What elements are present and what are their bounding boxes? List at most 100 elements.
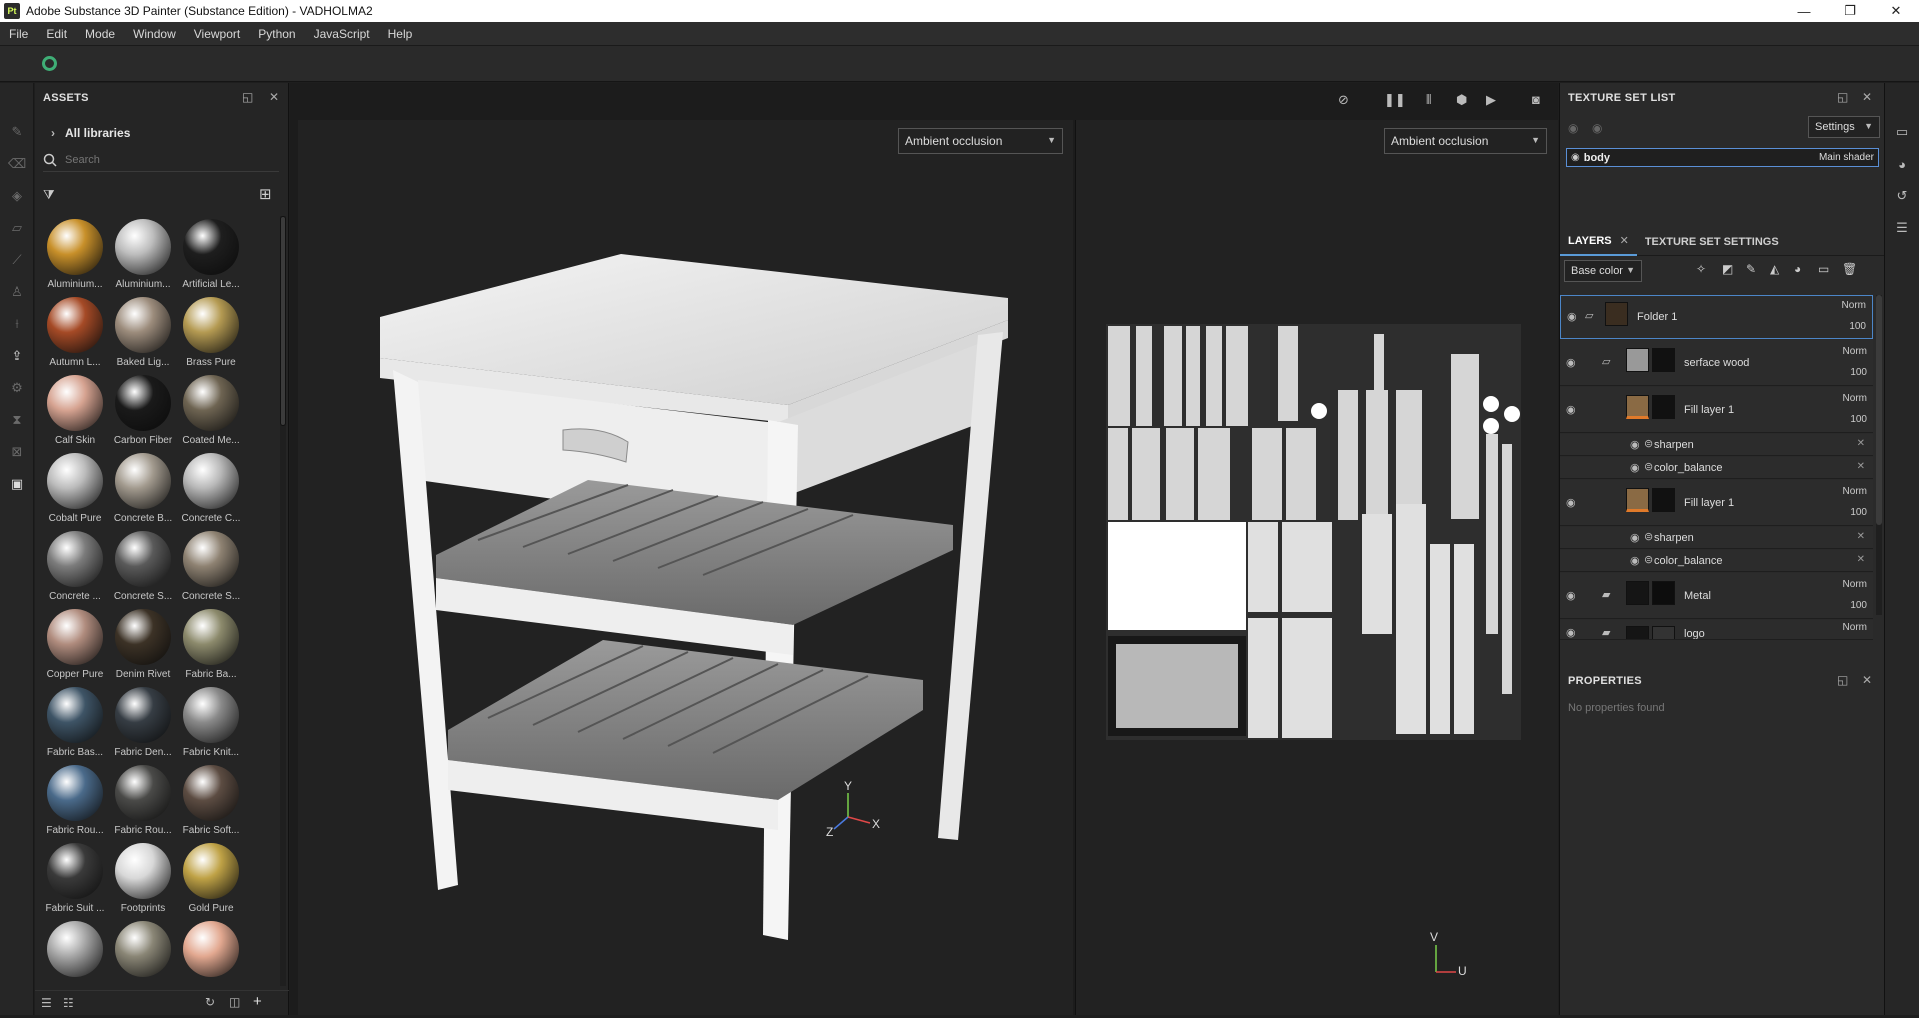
- menu-help[interactable]: Help: [379, 27, 422, 41]
- camera-icon[interactable]: ▶: [1486, 92, 1496, 108]
- clone-stamp-icon[interactable]: ♙: [8, 283, 26, 301]
- eye-icon[interactable]: ◉: [1630, 531, 1640, 544]
- polygon-fill-icon[interactable]: ▱: [8, 219, 26, 237]
- asset-tile[interactable]: Gold Pure: [177, 840, 243, 918]
- menu-mode[interactable]: Mode: [76, 27, 124, 41]
- asset-tile[interactable]: Fabric Den...: [109, 684, 175, 762]
- close-panel-icon[interactable]: ✕: [1862, 673, 1872, 687]
- close-panel-icon[interactable]: ✕: [1862, 90, 1872, 104]
- asset-tile[interactable]: Fabric Suit ...: [41, 840, 107, 918]
- opacity-value[interactable]: 100: [1850, 414, 1867, 425]
- eye-icon[interactable]: ◉: [1566, 626, 1576, 639]
- asset-tile[interactable]: Copper Pure: [41, 606, 107, 684]
- eye-icon[interactable]: ◉: [1592, 121, 1602, 135]
- menu-edit[interactable]: Edit: [37, 27, 76, 41]
- refresh-icon[interactable]: ↻: [205, 995, 215, 1009]
- split-view-icon[interactable]: ⫴: [1426, 92, 1431, 108]
- layer-row-folder-1[interactable]: ◉ ▱ Folder 1 Norm 100: [1560, 295, 1873, 339]
- asset-tile[interactable]: Fabric Rou...: [109, 762, 175, 840]
- remove-effect-icon[interactable]: ✕: [1857, 554, 1865, 565]
- undock-icon[interactable]: ◱: [242, 90, 254, 104]
- asset-tile[interactable]: Aluminium...: [41, 216, 107, 294]
- layer-row-logo[interactable]: ◉ ▰ logo Norm: [1560, 620, 1873, 640]
- menu-viewport[interactable]: Viewport: [185, 27, 249, 41]
- menu-python[interactable]: Python: [249, 27, 304, 41]
- plugin-logo-icon[interactable]: [42, 56, 57, 71]
- tab-texture-set-settings[interactable]: TEXTURE SET SETTINGS: [1637, 228, 1787, 256]
- layer-row-fill-layer-1[interactable]: ◉ Fill layer 1 Norm 100: [1560, 387, 1873, 433]
- history-icon[interactable]: ↺: [1893, 187, 1911, 205]
- shader-settings-icon[interactable]: ◕: [1893, 155, 1911, 173]
- asset-tile[interactable]: Denim Rivet: [109, 606, 175, 684]
- asset-search[interactable]: [43, 148, 279, 172]
- grid-view-icon[interactable]: ⊞: [259, 185, 272, 203]
- layer-row-serface-wood[interactable]: ◉ ▱ serface wood Norm 100: [1560, 340, 1873, 386]
- asset-tile[interactable]: Concrete ...: [41, 528, 107, 606]
- libraries-selector[interactable]: › All libraries: [35, 123, 289, 143]
- blend-mode[interactable]: Norm: [1843, 393, 1867, 404]
- delete-layer-icon[interactable]: 🗑: [1842, 262, 1857, 276]
- blend-mode[interactable]: Norm: [1842, 300, 1866, 311]
- menu-file[interactable]: File: [0, 27, 37, 41]
- blend-mode[interactable]: Norm: [1843, 622, 1867, 633]
- asset-tile[interactable]: Concrete S...: [109, 528, 175, 606]
- magic-wand-icon[interactable]: ✧: [1696, 262, 1706, 276]
- asset-tile[interactable]: Fabric Knit...: [177, 684, 243, 762]
- eye-icon[interactable]: ◉: [1630, 461, 1640, 474]
- asset-tile[interactable]: Cobalt Pure: [41, 450, 107, 528]
- asset-tile[interactable]: Aluminium...: [109, 216, 175, 294]
- effect-row-sharpen[interactable]: ◉ ⊜ sharpen ✕: [1560, 434, 1873, 456]
- blend-mode[interactable]: Norm: [1843, 579, 1867, 590]
- opacity-value[interactable]: 100: [1849, 321, 1866, 332]
- screenshot-icon[interactable]: ◙: [1532, 92, 1540, 107]
- asset-tile[interactable]: [177, 918, 243, 986]
- eraser-icon[interactable]: ⌫: [8, 155, 26, 173]
- 3d-view[interactable]: Y Z X: [298, 120, 1073, 1015]
- remove-effect-icon[interactable]: ✕: [1857, 461, 1865, 472]
- camera-tool-icon[interactable]: ▣: [8, 475, 26, 493]
- asset-scrollbar[interactable]: [280, 216, 286, 986]
- asset-tile[interactable]: Concrete C...: [177, 450, 243, 528]
- 3d-channel-dropdown[interactable]: Ambient occlusion ▼: [898, 128, 1063, 154]
- log-icon[interactable]: ☰: [1893, 219, 1911, 237]
- asset-tile[interactable]: Concrete S...: [177, 528, 243, 606]
- add-folder-icon[interactable]: ▭: [1818, 262, 1829, 276]
- filter-icon[interactable]: ⧩: [43, 187, 55, 203]
- uv-icon[interactable]: ⊠: [8, 443, 26, 461]
- display-settings-icon[interactable]: ▭: [1893, 123, 1911, 141]
- hide-icon[interactable]: ⊘: [1338, 92, 1349, 108]
- asset-tile[interactable]: Coated Me...: [177, 372, 243, 450]
- pause-icon[interactable]: ❚❚: [1384, 92, 1406, 108]
- 2d-channel-dropdown[interactable]: Ambient occlusion ▼: [1384, 128, 1547, 154]
- measure-icon[interactable]: ⧗: [8, 411, 26, 429]
- undock-icon[interactable]: ◱: [1837, 673, 1849, 687]
- asset-tile[interactable]: Baked Lig...: [109, 294, 175, 372]
- remove-effect-icon[interactable]: ✕: [1857, 438, 1865, 449]
- menu-window[interactable]: Window: [124, 27, 185, 41]
- eye-hidden-icon[interactable]: ◉: [1568, 121, 1578, 135]
- asset-tile[interactable]: Brass Pure: [177, 294, 243, 372]
- opacity-value[interactable]: 100: [1850, 600, 1867, 611]
- eye-icon[interactable]: ◉: [1630, 554, 1640, 567]
- effect-row-color-balance-2[interactable]: ◉ ⊜ color_balance ✕: [1560, 550, 1873, 572]
- new-window-icon[interactable]: ◫: [229, 995, 240, 1009]
- eye-icon[interactable]: ◉: [1566, 589, 1576, 602]
- eye-icon[interactable]: ◉: [1630, 438, 1640, 451]
- smudge-icon[interactable]: ⟋: [8, 251, 26, 269]
- add-icon[interactable]: +: [253, 993, 262, 1010]
- list-view-icon[interactable]: ☰: [41, 996, 52, 1010]
- projection-icon[interactable]: ◈: [8, 187, 26, 205]
- effect-row-color-balance[interactable]: ◉ ⊜ color_balance ✕: [1560, 457, 1873, 479]
- settings-gear-icon[interactable]: ⚙: [8, 379, 26, 397]
- add-fill-layer-icon[interactable]: ◭: [1770, 262, 1779, 276]
- texture-set-body[interactable]: ◉ body Main shader: [1566, 148, 1879, 167]
- asset-tile[interactable]: Calf Skin: [41, 372, 107, 450]
- eye-icon[interactable]: ◉: [1566, 356, 1576, 369]
- add-paint-layer-icon[interactable]: ✎: [1746, 262, 1756, 276]
- blend-mode[interactable]: Norm: [1843, 346, 1867, 357]
- layers-scrollbar[interactable]: [1876, 295, 1882, 615]
- asset-tile[interactable]: Autumn L...: [41, 294, 107, 372]
- menu-javascript[interactable]: JavaScript: [305, 27, 379, 41]
- opacity-value[interactable]: 100: [1850, 367, 1867, 378]
- asset-tile[interactable]: Concrete B...: [109, 450, 175, 528]
